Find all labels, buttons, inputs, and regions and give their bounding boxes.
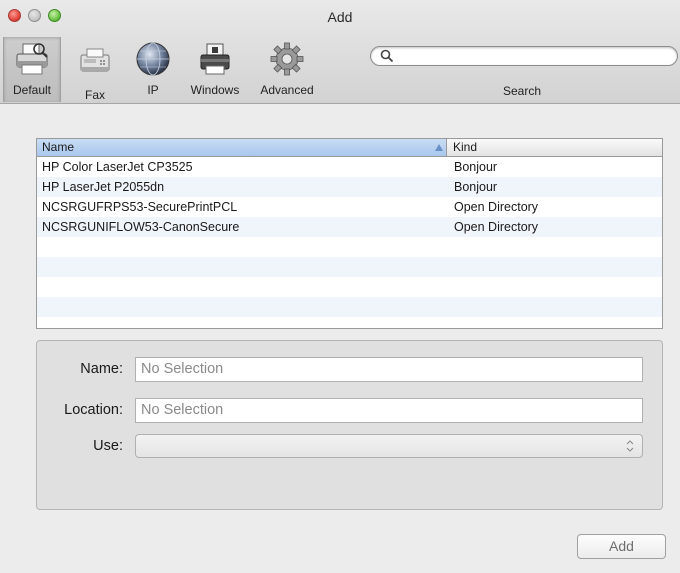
printer-kind-cell: Open Directory [454,220,539,234]
printer-name-cell: NCSRGUFRPS53-SecurePrintPCL [42,200,238,214]
search-input[interactable] [370,46,678,66]
windows-printer-icon [200,43,230,75]
toolbar-default-label: Default [12,83,52,97]
printer-list-table[interactable]: Name Kind HP Color LaserJet CP3525 Bonjou… [36,138,663,329]
globe-icon [136,42,170,76]
column-header-kind-label: Kind [453,140,478,154]
column-header-kind[interactable]: Kind [447,139,662,156]
toolbar-default-button[interactable]: Default [3,37,61,102]
printer-kind-cell: Open Directory [454,200,539,214]
toolbar-fax-button[interactable]: Fax [72,38,118,102]
sort-ascending-icon [435,144,443,151]
table-body: HP Color LaserJet CP3525 Bonjour HP Laser… [37,157,662,328]
table-row[interactable]: HP LaserJet P2055dn Bonjour [37,177,662,197]
column-header-name-label: Name [42,140,75,154]
name-label: Name: [80,361,123,377]
add-printer-window: Add Default Fax IP Windows Advanced Sear… [0,0,680,573]
toolbar-advanced-label: Advanced [260,83,314,97]
printer-name-cell: HP Color LaserJet CP3525 [42,160,193,174]
toolbar-fax-label: Fax [84,88,105,102]
printer-kind-cell: Bonjour [454,180,498,194]
search-label: Search [503,84,542,98]
gear-icon [270,42,304,76]
table-row[interactable]: HP Color LaserJet CP3525 Bonjour [37,157,662,177]
chevron-updown-icon [626,440,634,452]
toolbar-ip-label: IP [147,83,159,97]
table-header: Name Kind [37,139,662,157]
add-button[interactable]: Add [577,534,666,559]
use-label: Use: [93,438,123,454]
table-row[interactable]: NCSRGUFRPS53-SecurePrintPCL Open Director… [37,197,662,217]
column-header-name[interactable]: Name [37,139,447,156]
toolbar-windows-button[interactable]: Windows [184,38,246,100]
use-popup-menu[interactable] [135,434,643,458]
search-field[interactable] [370,46,680,68]
printer-icon [16,43,48,75]
empty-table-row [37,237,662,257]
search-icon [380,49,394,63]
toolbar: Add Default Fax IP Windows Advanced Sear… [0,0,680,104]
table-row[interactable]: NCSRGUNIFLOW53-CanonSecure Open Directory [37,217,662,237]
name-field[interactable]: No Selection [135,357,643,382]
printer-name-cell: NCSRGUNIFLOW53-CanonSecure [42,220,240,234]
printer-kind-cell: Bonjour [454,160,498,174]
empty-table-row [37,277,662,297]
toolbar-ip-button[interactable]: IP [130,38,176,100]
printer-details-panel: Name: No Selection Location: No Selectio… [36,340,663,510]
fax-icon [80,48,110,72]
printer-name-cell: HP LaserJet P2055dn [42,180,165,194]
toolbar-advanced-button[interactable]: Advanced [254,38,320,100]
empty-table-row [37,317,662,328]
toolbar-windows-label: Windows [190,83,240,97]
window-title: Add [327,9,353,25]
location-field[interactable]: No Selection [135,398,643,423]
location-label: Location: [64,402,123,418]
empty-table-row [37,257,662,277]
empty-table-row [37,297,662,317]
